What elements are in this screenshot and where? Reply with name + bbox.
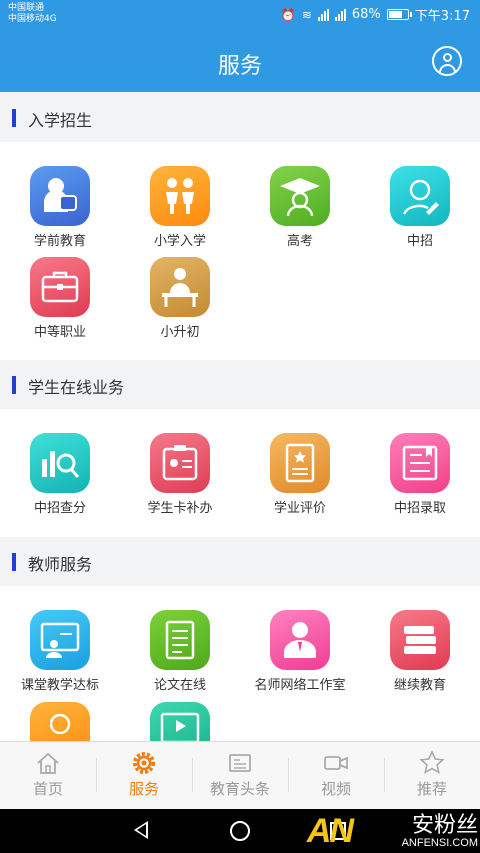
- briefcase-icon: [30, 257, 90, 317]
- battery-icon: [386, 9, 412, 20]
- tab-home[interactable]: 首页: [0, 742, 96, 810]
- preschool-icon: [30, 166, 90, 226]
- service-primary-school[interactable]: 小学入学: [120, 166, 240, 249]
- page-title: 服务: [217, 54, 262, 79]
- gear-icon: [131, 750, 157, 776]
- admission-book-icon: [390, 433, 450, 493]
- service-score-query[interactable]: 中招查分: [0, 433, 120, 516]
- bottom-tab-bar: 首页 服务 教育头条 视频 推荐: [0, 741, 480, 809]
- section-title: 入学招生: [28, 111, 93, 130]
- signal-4g-icon: [334, 8, 346, 21]
- service-label: 继续教育: [393, 678, 446, 693]
- service-student-card[interactable]: 学生卡补办: [120, 433, 240, 516]
- student-online-panel: 中招查分 学生卡补办 学业评价 中招录取: [0, 409, 480, 537]
- wifi-icon: ≋: [301, 7, 312, 22]
- status-icons: ⏰ ≋ 68% 下午3:17: [281, 5, 470, 24]
- service-video[interactable]: [120, 702, 240, 741]
- carrier-info: 中国联通 中国移动4G: [8, 3, 57, 25]
- service-admission[interactable]: 中招录取: [360, 433, 480, 516]
- news-icon: [227, 750, 253, 776]
- teacher-icon: [270, 610, 330, 670]
- video-icon: [150, 702, 210, 741]
- tab-label: 教育头条: [209, 780, 270, 798]
- classroom-screen-icon: [30, 610, 90, 670]
- signal-icon: [317, 8, 329, 21]
- books-icon: [390, 610, 450, 670]
- service-academic-evaluation[interactable]: 学业评价: [240, 433, 360, 516]
- tab-video[interactable]: 视频: [288, 742, 384, 810]
- watermark-en: ANFENSI.COM: [401, 837, 478, 849]
- home-button-icon[interactable]: [230, 821, 250, 841]
- section-header-student-online: 学生在线业务: [0, 361, 480, 409]
- carrier-2: 中国移动4G: [8, 14, 57, 24]
- service-preschool[interactable]: 学前教育: [0, 166, 120, 249]
- service-label: 中招查分: [33, 501, 86, 516]
- tab-label: 推荐: [416, 780, 447, 798]
- pupils-icon: [150, 166, 210, 226]
- service-thesis-online[interactable]: 论文在线: [120, 610, 240, 693]
- service-label: 名师网络工作室: [254, 678, 346, 693]
- teacher-panel: 课堂教学达标 论文在线 名师网络工作室 继续教育: [0, 586, 480, 741]
- service-label: 中招: [406, 234, 433, 249]
- tab-service[interactable]: 服务: [96, 742, 192, 810]
- score-search-icon: [30, 433, 90, 493]
- service-label: 小学入学: [153, 234, 206, 249]
- camera-icon: [323, 750, 349, 776]
- alarm-icon: ⏰: [280, 7, 296, 22]
- tab-label: 视频: [320, 780, 351, 798]
- clock: 下午3:17: [414, 9, 470, 24]
- status-bar: 中国联通 中国移动4G ⏰ ≋ 68% 下午3:17: [0, 0, 480, 30]
- tab-label: 服务: [128, 780, 159, 798]
- service-classroom-standard[interactable]: 课堂教学达标: [0, 610, 120, 693]
- service-label: 论文在线: [153, 678, 206, 693]
- system-nav-bar: AN 安粉丝 ANFENSI.COM: [0, 809, 480, 853]
- service-person[interactable]: [0, 702, 120, 741]
- id-card-icon: [150, 433, 210, 493]
- star-icon: [419, 750, 445, 776]
- service-gaokao[interactable]: 高考: [240, 166, 360, 249]
- tab-recommend[interactable]: 推荐: [384, 742, 480, 810]
- service-famous-teacher[interactable]: 名师网络工作室: [240, 610, 360, 693]
- home-icon: [35, 750, 61, 776]
- section-marker: [12, 109, 16, 127]
- app-header: 中国联通 中国移动4G ⏰ ≋ 68% 下午3:17 服务: [0, 0, 480, 92]
- service-label: 高考: [286, 234, 313, 249]
- section-marker: [12, 376, 16, 394]
- certificate-icon: [270, 433, 330, 493]
- section-marker: [12, 553, 16, 571]
- tab-label: 首页: [32, 780, 63, 798]
- service-label: 中等职业: [33, 325, 86, 340]
- service-continuing-education[interactable]: 继续教育: [360, 610, 480, 693]
- document-icon: [150, 610, 210, 670]
- service-label: 学生卡补办: [147, 501, 213, 516]
- service-label: 学前教育: [33, 234, 86, 249]
- service-label: 学业评价: [273, 501, 326, 516]
- service-vocational[interactable]: 中等职业: [0, 257, 120, 340]
- service-label: 中招录取: [393, 501, 446, 516]
- tab-education-news[interactable]: 教育头条: [192, 742, 288, 810]
- service-primary-to-middle[interactable]: 小升初: [120, 257, 240, 340]
- section-header-teacher: 教师服务: [0, 538, 480, 586]
- student-desk-icon: [150, 257, 210, 317]
- back-icon[interactable]: [134, 821, 148, 839]
- pen-person-icon: [390, 166, 450, 226]
- graduation-cap-icon: [270, 166, 330, 226]
- service-label: 小升初: [160, 325, 200, 340]
- section-title: 学生在线业务: [28, 378, 125, 397]
- person-icon: [30, 702, 90, 741]
- section-title: 教师服务: [28, 555, 93, 574]
- service-label: 课堂教学达标: [20, 678, 99, 693]
- watermark-an: AN: [306, 812, 354, 850]
- carrier-1: 中国联通: [8, 3, 45, 13]
- section-header-enrollment: 入学招生: [0, 94, 480, 142]
- enrollment-panel: 学前教育 小学入学 高考 中招 中等职业 小升初: [0, 142, 480, 360]
- user-profile-icon[interactable]: [432, 46, 462, 76]
- watermark-cn: 安粉丝: [411, 812, 478, 837]
- service-zhongzhao[interactable]: 中招: [360, 166, 480, 249]
- battery-percent: 68%: [351, 7, 381, 22]
